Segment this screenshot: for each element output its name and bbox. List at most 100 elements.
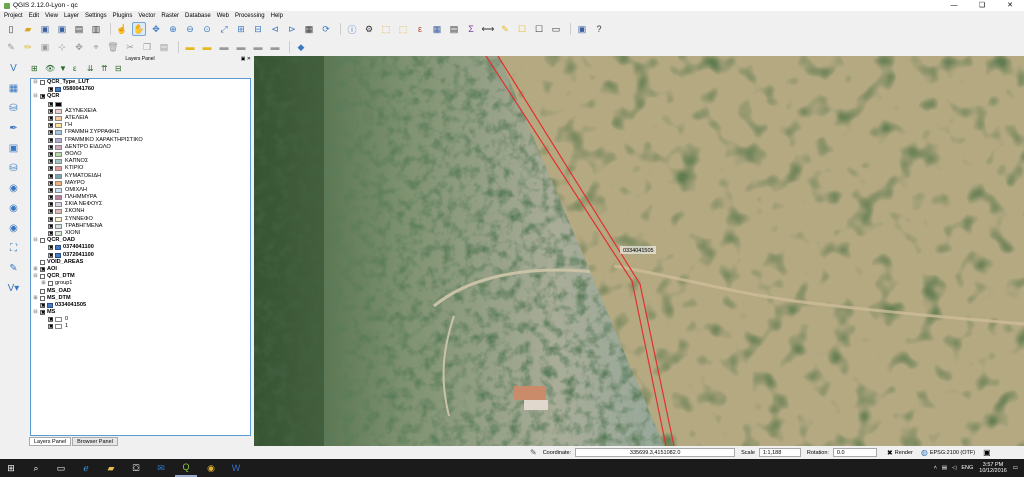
layer-tree-row[interactable]: ✖ ΚΤΙΡΙΟ	[31, 165, 250, 172]
delete-selected-icon[interactable]: 🗑	[106, 40, 120, 54]
layer-visibility-checkbox[interactable]: ✖	[48, 159, 53, 165]
layer-tree-row[interactable]: ✖ ΚΥΜΑΤΟΕΙΔΗ	[31, 172, 250, 179]
tree-expander-icon[interactable]: ⊟	[33, 93, 38, 100]
show-hidden-icons-icon[interactable]: ˄	[934, 465, 937, 471]
menu-web[interactable]: Web	[217, 13, 229, 19]
start-button-icon[interactable]: ⊞	[0, 459, 22, 477]
layer-visibility-checkbox[interactable]: ✖	[48, 166, 53, 172]
store-icon[interactable]: ⛋	[125, 459, 147, 477]
layer-tree-row[interactable]: ✖ ΓΡΑΜΜΗ ΣΥΡΡΑΦΗΣ	[31, 129, 250, 136]
layer-tree-row[interactable]: ✖ ΤΡΑΒΗΓΜΕΝΑ	[31, 223, 250, 230]
search-icon[interactable]: ⌕	[25, 459, 47, 477]
add-spatialite-layer-icon[interactable]: ✒	[5, 120, 23, 136]
tree-expander-icon[interactable]: ⊞	[33, 266, 38, 273]
tree-expander-icon[interactable]: ⊟	[33, 79, 38, 86]
crs-status[interactable]: EPSG:2100 (OTF)	[930, 450, 975, 456]
new-map-view-icon[interactable]: ▦	[302, 22, 316, 36]
rotate-label-icon[interactable]: ▬	[251, 40, 265, 54]
add-raster-layer-icon[interactable]: ▦	[5, 80, 23, 96]
log-messages-icon[interactable]: ▣	[983, 448, 991, 457]
maximize-button[interactable]: ❏	[968, 0, 996, 11]
add-group-icon[interactable]: ⊞	[31, 64, 40, 73]
add-oracle-layer-icon[interactable]: ⛁	[5, 160, 23, 176]
menu-view[interactable]: View	[45, 13, 58, 19]
text-annotation-icon[interactable]: ▭	[549, 22, 563, 36]
close-button[interactable]: ✕	[996, 0, 1024, 11]
layer-tree-row[interactable]: ✖ ΠΛΗΜΜΥΡΑ	[31, 194, 250, 201]
open-project-icon[interactable]: ▰	[21, 22, 35, 36]
label-tool-icon[interactable]: ▬	[183, 40, 197, 54]
layer-tree-row[interactable]: ✖ ΔΕΝΤΡΟ ΕΙΔΩΛΟ	[31, 144, 250, 151]
add-wms-layer-icon[interactable]: ◉	[5, 180, 23, 196]
layer-tree-row[interactable]: ✖ 0	[31, 316, 250, 323]
layer-tree-row[interactable]: ⊞ group1	[31, 280, 250, 287]
layer-tree-row[interactable]: ✖ 1	[31, 323, 250, 330]
add-vector-layer-icon[interactable]: V	[5, 60, 23, 76]
qgis-taskbar-icon[interactable]: Q	[175, 459, 197, 477]
zoom-in-icon[interactable]: ⊕	[166, 22, 180, 36]
filter-legend-icon[interactable]: ▼	[59, 64, 68, 73]
layer-tree-row[interactable]: ✖ ΟΜΙΧΛΗ	[31, 187, 250, 194]
layer-visibility-checkbox[interactable]: ✖	[48, 223, 53, 229]
layer-tree-row[interactable]: MS_OAD	[31, 287, 250, 294]
layer-visibility-checkbox[interactable]: ✖	[48, 108, 53, 114]
layer-visibility-checkbox[interactable]: ✖	[48, 137, 53, 143]
layer-visibility-checkbox[interactable]: ✖	[48, 173, 53, 179]
layer-tree-row[interactable]: ⊟ QCR_Type_LUT	[31, 79, 250, 86]
new-bookmark-icon[interactable]: ☐	[515, 22, 529, 36]
deselect-icon[interactable]: ⬚	[396, 22, 410, 36]
menu-help[interactable]: Help	[271, 13, 283, 19]
node-tool-icon[interactable]: ⌖	[89, 40, 103, 54]
layer-tree-row[interactable]: ✖ ΜΑΥΡΟ	[31, 180, 250, 187]
zoom-layer-icon[interactable]: ⊟	[251, 22, 265, 36]
add-feature-icon[interactable]: ⊹	[55, 40, 69, 54]
menu-plugins[interactable]: Plugins	[113, 13, 133, 19]
scale-field[interactable]: 1:1,188	[758, 448, 801, 457]
menu-raster[interactable]: Raster	[161, 13, 179, 19]
layer-tree-row[interactable]: ⊟ QCR_DTM	[31, 273, 250, 280]
new-project-icon[interactable]: ▯	[4, 22, 18, 36]
chrome-icon[interactable]: ◉	[200, 459, 222, 477]
show-hide-labels-icon[interactable]: ▬	[217, 40, 231, 54]
layer-visibility-checkbox[interactable]: ✖	[48, 130, 53, 136]
collapse-all-icon[interactable]: ⇈	[101, 64, 110, 73]
save-project-icon[interactable]: ▣	[38, 22, 52, 36]
word-icon[interactable]: W	[225, 459, 247, 477]
tree-expander-icon[interactable]: ⊞	[41, 280, 46, 287]
tree-expander-icon[interactable]: ⊟	[33, 273, 38, 280]
menu-processing[interactable]: Processing	[235, 13, 265, 19]
layer-tree-row[interactable]: ✖ ΚΑΠΝΟΣ	[31, 158, 250, 165]
layer-visibility-checkbox[interactable]: ✖	[40, 310, 45, 316]
remove-layer-icon[interactable]: ⊟	[115, 64, 124, 73]
tile-scale-icon[interactable]: ▣	[575, 22, 589, 36]
measure-icon[interactable]: ⟷	[481, 22, 495, 36]
whats-this-icon[interactable]: ?	[592, 22, 606, 36]
layer-visibility-checkbox[interactable]	[40, 80, 45, 86]
language-indicator[interactable]: ENG	[961, 465, 973, 471]
task-view-icon[interactable]: ▭	[50, 459, 72, 477]
move-feature-icon[interactable]: ✥	[72, 40, 86, 54]
layer-tree-row[interactable]: ✖ ΓΡΑΜΜΙΚΟ ΧΑΡΑΚΤΗΡΙΣΤΙΚΟ	[31, 137, 250, 144]
layer-tree-row[interactable]: ✖ ΓΗ	[31, 122, 250, 129]
map-canvas[interactable]: 0334041505	[254, 56, 1024, 446]
new-vector-layer-icon[interactable]: V▾	[5, 280, 23, 296]
layer-visibility-checkbox[interactable]: ✖	[40, 302, 45, 308]
save-as-icon[interactable]: ▣	[55, 22, 69, 36]
layer-visibility-checkbox[interactable]: ✖	[48, 144, 53, 150]
toggle-editing-icon[interactable]: ✏	[21, 40, 35, 54]
menu-settings[interactable]: Settings	[85, 13, 107, 19]
attribute-table-icon[interactable]: ▦	[430, 22, 444, 36]
layer-visibility-checkbox[interactable]: ✖	[48, 180, 53, 186]
layer-visibility-checkbox[interactable]: ✖	[48, 151, 53, 157]
layer-tree-row[interactable]: ✖ 0372041100	[31, 252, 250, 259]
python-console-icon[interactable]: ◆	[294, 40, 308, 54]
layer-visibility-checkbox[interactable]	[40, 288, 45, 294]
render-checkbox[interactable]: ✖	[887, 449, 893, 457]
save-edits-icon[interactable]: ▣	[38, 40, 52, 54]
current-edits-icon[interactable]: ✎	[4, 40, 18, 54]
tree-expander-icon[interactable]: ⊞	[33, 295, 38, 302]
touch-zoom-icon[interactable]: ☝	[115, 22, 129, 36]
layer-visibility-checkbox[interactable]: ✖	[48, 231, 53, 237]
coordinate-field[interactable]: 335699.3,4151082.0	[575, 448, 736, 457]
layer-tree-row[interactable]: ✖ ΣΥΝΝΕΦΟ	[31, 216, 250, 223]
